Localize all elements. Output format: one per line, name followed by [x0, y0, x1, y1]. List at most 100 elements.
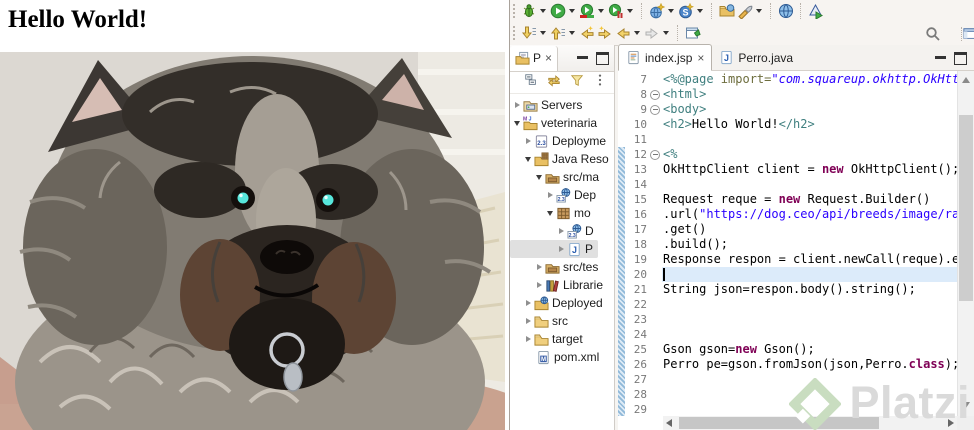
dropdown-arrow-icon[interactable] [540, 9, 546, 13]
tree-item-servers[interactable]: Servers [510, 96, 587, 114]
tree-expanded-arrow-icon[interactable] [536, 174, 542, 180]
tree-item-src-tes[interactable]: src/tes [510, 258, 603, 276]
code-text[interactable]: <html> [662, 87, 957, 102]
code-text[interactable]: <% [662, 147, 957, 162]
code-lines[interactable]: 7 <%@page import="com.squareup.okhttp.OkH… [618, 71, 957, 416]
minimize-button[interactable] [577, 52, 588, 59]
collapse-all-icon[interactable] [524, 73, 538, 92]
previous-annotation-icon[interactable] [549, 24, 567, 42]
profile-icon[interactable] [607, 2, 625, 20]
tree-collapsed-arrow-icon[interactable] [537, 264, 542, 270]
vertical-scrollbar-thumb[interactable] [959, 115, 973, 301]
tree-collapsed-arrow-icon[interactable] [559, 246, 564, 252]
code-text[interactable] [662, 372, 957, 387]
fold-collapse-icon[interactable] [648, 87, 662, 102]
next-annotation-icon[interactable] [520, 24, 538, 42]
tree-collapsed-arrow-icon[interactable] [515, 102, 520, 108]
code-text[interactable]: OkHttpClient client = new OkHttpClient()… [662, 162, 957, 177]
import-icon[interactable] [718, 2, 736, 20]
debug-icon[interactable] [520, 2, 538, 20]
tree-item-target[interactable]: target [510, 330, 588, 348]
fold-collapse-icon[interactable] [648, 147, 662, 162]
dropdown-arrow-icon[interactable] [756, 9, 762, 13]
tree-item-pom-xml[interactable]: Mpom.xml [510, 348, 604, 366]
next-edit-location-icon[interactable] [596, 24, 614, 42]
dropdown-arrow-icon[interactable] [697, 9, 703, 13]
code-text[interactable]: .get() [662, 222, 957, 237]
code-text[interactable] [662, 177, 957, 192]
code-text[interactable]: <h2>Hello World!</h2> [662, 117, 957, 132]
filter-icon[interactable] [570, 73, 584, 92]
dropdown-arrow-icon[interactable] [634, 31, 640, 35]
code-text[interactable] [662, 387, 957, 402]
tree-item-deployme[interactable]: 2.3 Deployme [510, 132, 611, 150]
code-text[interactable] [662, 402, 957, 416]
tree-expanded-arrow-icon[interactable] [547, 210, 553, 216]
forward-icon[interactable] [643, 24, 661, 42]
code-text[interactable]: .url("https://dog.ceo/api/breeds/image/r… [662, 207, 957, 222]
close-icon[interactable]: × [545, 52, 552, 64]
minimize-button[interactable] [935, 52, 946, 59]
tree-collapsed-arrow-icon[interactable] [526, 318, 531, 324]
code-text[interactable]: Gson gson=new Gson(); [662, 342, 957, 357]
style-brush-icon[interactable] [736, 2, 754, 20]
code-text[interactable]: String json=respon.body().string(); [662, 282, 957, 297]
ant-build-icon[interactable] [807, 2, 825, 20]
coverage-icon[interactable] [578, 2, 596, 20]
code-text[interactable]: Request reque = new Request.Builder() [662, 192, 957, 207]
maximize-button[interactable] [954, 52, 967, 65]
tree-expanded-arrow-icon[interactable] [525, 156, 531, 162]
tree-item-veterinaria[interactable]: M Jveterinaria [510, 114, 602, 132]
close-icon[interactable]: × [697, 52, 704, 64]
search-icon[interactable] [924, 25, 942, 43]
dropdown-arrow-icon[interactable] [540, 31, 546, 35]
tree-item-src[interactable]: src [510, 312, 573, 330]
tree-item-librarie[interactable]: Librarie [510, 276, 608, 294]
code-text[interactable]: <%@page import="com.squareup.okhttp.OkHt… [662, 72, 957, 87]
tree-collapsed-arrow-icon[interactable] [559, 228, 564, 234]
tree-item-dep[interactable]: 2.3 Dep [510, 186, 601, 204]
previous-edit-location-icon[interactable] [578, 24, 596, 42]
tab-perro-java[interactable]: J Perro.java [712, 45, 800, 70]
code-text[interactable]: Perro pe=gson.fromJson(json,Perro.class)… [662, 357, 957, 372]
dropdown-arrow-icon[interactable] [663, 31, 669, 35]
scroll-left-icon[interactable] [666, 419, 672, 427]
perspective-icon[interactable] [962, 25, 974, 43]
back-icon[interactable] [614, 24, 632, 42]
link-with-editor-icon[interactable] [547, 73, 561, 92]
vertical-scrollbar[interactable] [957, 71, 974, 416]
tree-item-deployed[interactable]: Deployed [510, 294, 608, 312]
code-text[interactable]: .build(); [662, 237, 957, 252]
code-text[interactable]: Response respon = client.newCall(reque).… [662, 252, 957, 267]
dropdown-arrow-icon[interactable] [569, 31, 575, 35]
web-browser-icon[interactable] [777, 2, 795, 20]
tree-collapsed-arrow-icon[interactable] [526, 336, 531, 342]
view-menu-icon[interactable] [593, 73, 607, 92]
code-text[interactable] [662, 297, 957, 312]
tree-collapsed-arrow-icon[interactable] [526, 138, 531, 144]
pin-editor-icon[interactable] [684, 24, 702, 42]
tree-collapsed-arrow-icon[interactable] [548, 192, 553, 198]
run-icon[interactable] [549, 2, 567, 20]
tree-item-p[interactable]: JP [510, 240, 599, 258]
maximize-button[interactable] [596, 51, 609, 65]
tree-item-d[interactable]: 2.3 D [510, 222, 599, 240]
tab-package-explorer[interactable]: P × [510, 45, 559, 71]
new-web-wizard-icon[interactable] [648, 2, 666, 20]
dropdown-arrow-icon[interactable] [569, 9, 575, 13]
code-text[interactable] [662, 327, 957, 342]
tree-collapsed-arrow-icon[interactable] [537, 282, 542, 288]
tab-index-jsp[interactable]: index.jsp × [618, 44, 713, 71]
tree-item-java-reso[interactable]: Java Reso [510, 150, 614, 168]
scroll-right-icon[interactable] [948, 419, 954, 427]
code-text[interactable] [662, 267, 957, 282]
horizontal-scrollbar-thumb[interactable] [679, 417, 879, 429]
tree-item-src-ma[interactable]: src/ma [510, 168, 604, 186]
tree-collapsed-arrow-icon[interactable] [526, 300, 531, 306]
code-text[interactable] [662, 312, 957, 327]
code-text[interactable] [662, 132, 957, 147]
tree-item-mo[interactable]: mo [510, 204, 596, 222]
dropdown-arrow-icon[interactable] [627, 9, 633, 13]
tree-expanded-arrow-icon[interactable] [514, 120, 520, 126]
horizontal-scrollbar[interactable] [663, 416, 957, 430]
